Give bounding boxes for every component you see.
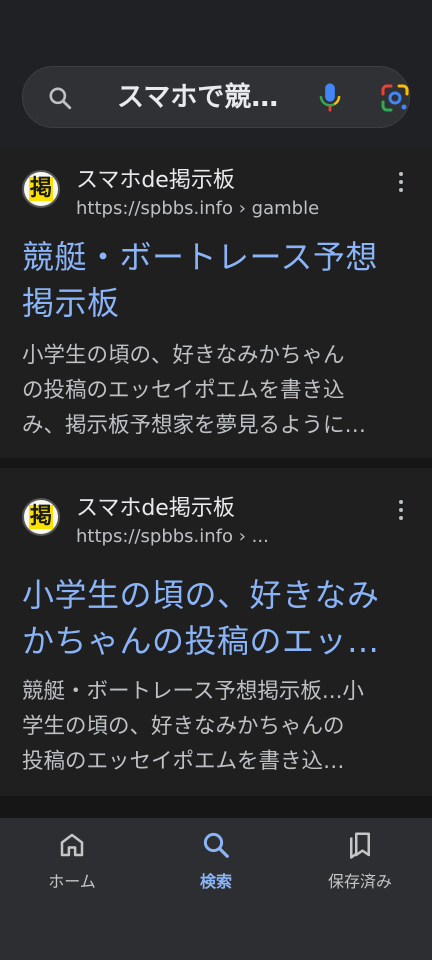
result-snippet: 小学生の頃の、好きなみかちゃん の投稿のエッセイポエムを書き込 み、掲示板予想家…	[22, 338, 414, 443]
site-url: https://spbbs.info › ...	[76, 526, 269, 547]
microphone-icon[interactable]	[315, 81, 345, 115]
snippet-line: 学生の頃の、好きなみかちゃんの	[22, 714, 345, 739]
search-result[interactable]: 掲 スマホde掲示板 https://spbbs.info › ... 小学生の…	[0, 468, 432, 796]
site-name: スマホde掲示板	[76, 496, 235, 521]
top-area: スマホで競…	[0, 0, 432, 148]
search-bar[interactable]: スマホで競…	[22, 66, 410, 128]
site-favicon: 掲	[22, 170, 60, 208]
snippet-line: み、掲示板予想家を夢見るように…	[22, 413, 367, 438]
bottom-navigation: ホーム 検索 保存済み	[0, 818, 432, 960]
lens-icon[interactable]	[379, 82, 411, 114]
result-title[interactable]: 競艇・ボートレース予想 掲示板	[22, 234, 414, 326]
site-url: https://spbbs.info › gamble	[76, 198, 320, 219]
snippet-line: 投稿のエッセイポエムを書き込…	[22, 749, 345, 774]
snippet-line: 競艇・ボートレース予想掲示板...小	[22, 679, 364, 704]
result-title-line[interactable]: 競艇・ボートレース予想	[22, 234, 414, 280]
result-title[interactable]: 小学生の頃の、好きなみ かちゃんの投稿のエッ…	[22, 572, 414, 664]
result-title-line[interactable]: かちゃんの投稿のエッ…	[22, 618, 414, 664]
nav-saved-label: 保存済み	[327, 872, 392, 891]
search-result[interactable]: 掲 スマホde掲示板 https://spbbs.info › gamble 競…	[0, 148, 432, 458]
site-name: スマホde掲示板	[76, 168, 235, 193]
snippet-line: 小学生の頃の、好きなみかちゃん	[22, 343, 345, 368]
site-info[interactable]: 掲 スマホde掲示板 https://spbbs.info › gamble	[22, 164, 412, 224]
snippet-line: の投稿のエッセイポエムを書き込	[22, 378, 345, 403]
site-info[interactable]: 掲 スマホde掲示板 https://spbbs.info › ...	[22, 492, 412, 552]
search-icon	[49, 87, 72, 110]
favicon-char: 掲	[28, 504, 53, 529]
favicon-char: 掲	[28, 176, 53, 201]
nav-home[interactable]: ホーム	[0, 830, 144, 900]
search-query[interactable]: スマホで競…	[117, 81, 278, 115]
result-snippet: 競艇・ボートレース予想掲示板...小 学生の頃の、好きなみかちゃんの 投稿のエッ…	[22, 674, 414, 779]
nav-search-label: 検索	[199, 872, 232, 891]
site-favicon: 掲	[22, 498, 60, 536]
divider	[0, 458, 432, 468]
more-options-icon[interactable]	[394, 168, 408, 198]
saved-icon	[350, 832, 370, 859]
home-icon	[60, 833, 84, 857]
divider	[0, 796, 432, 818]
result-title-line[interactable]: 小学生の頃の、好きなみ	[22, 572, 414, 618]
more-options-icon[interactable]	[394, 496, 408, 526]
search-icon	[203, 832, 229, 858]
nav-search[interactable]: 検索	[144, 830, 288, 900]
nav-home-label: ホーム	[48, 872, 96, 891]
nav-saved[interactable]: 保存済み	[288, 830, 432, 900]
result-title-line[interactable]: 掲示板	[22, 280, 414, 326]
